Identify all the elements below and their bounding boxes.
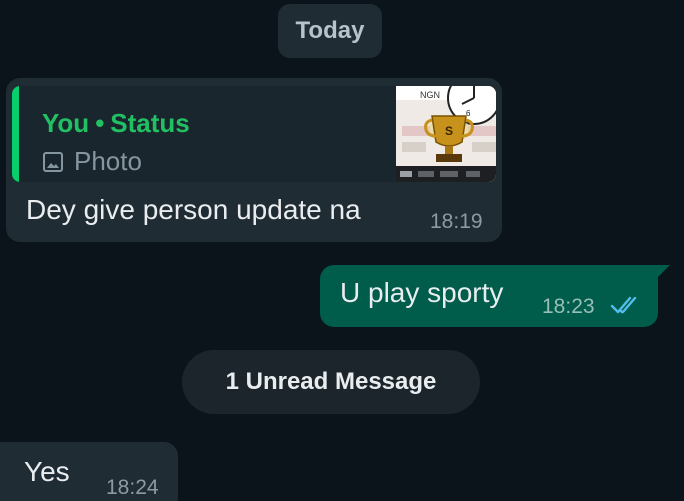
message-text: U play sporty [340,277,504,308]
incoming-message-reply[interactable]: You • Status Photo NGN 6 S Dey give pers… [6,78,502,242]
outgoing-message[interactable]: U play sporty 18:23 [320,265,670,327]
trophy-label: S [445,124,453,138]
message-time: 18:24 [106,476,159,499]
quote-accent-bar [12,86,19,182]
message-text: Dey give person update na [26,194,361,225]
message-time: 18:19 [430,210,483,233]
svg-text:6: 6 [466,109,471,118]
quote-author: You [42,108,90,138]
unread-messages-divider: 1 Unread Message [182,350,480,414]
quote-separator: • [95,108,105,138]
message-text: Yes [24,456,70,487]
quote-media-type: Photo [42,146,142,177]
trophy-thumbnail-image: NGN 6 S [396,86,496,182]
image-icon [43,151,63,172]
date-separator: Today [278,4,382,58]
bubble-tail [656,265,670,279]
quoted-status-reply[interactable]: You • Status Photo NGN 6 S [12,86,496,182]
quote-author-line: You • Status [42,108,190,139]
status-thumbnail[interactable]: NGN 6 S [396,86,496,182]
chat-conversation: Today You • Status Photo NGN 6 S Dey giv… [0,0,684,501]
double-check-read-icon [610,296,637,314]
quote-media-label: Photo [74,146,142,176]
thumbnail-banner-text: NGN [420,90,440,100]
message-time: 18:23 [542,295,595,318]
incoming-message[interactable]: Yes 18:24 [0,442,178,501]
quote-source: Status [110,108,190,138]
